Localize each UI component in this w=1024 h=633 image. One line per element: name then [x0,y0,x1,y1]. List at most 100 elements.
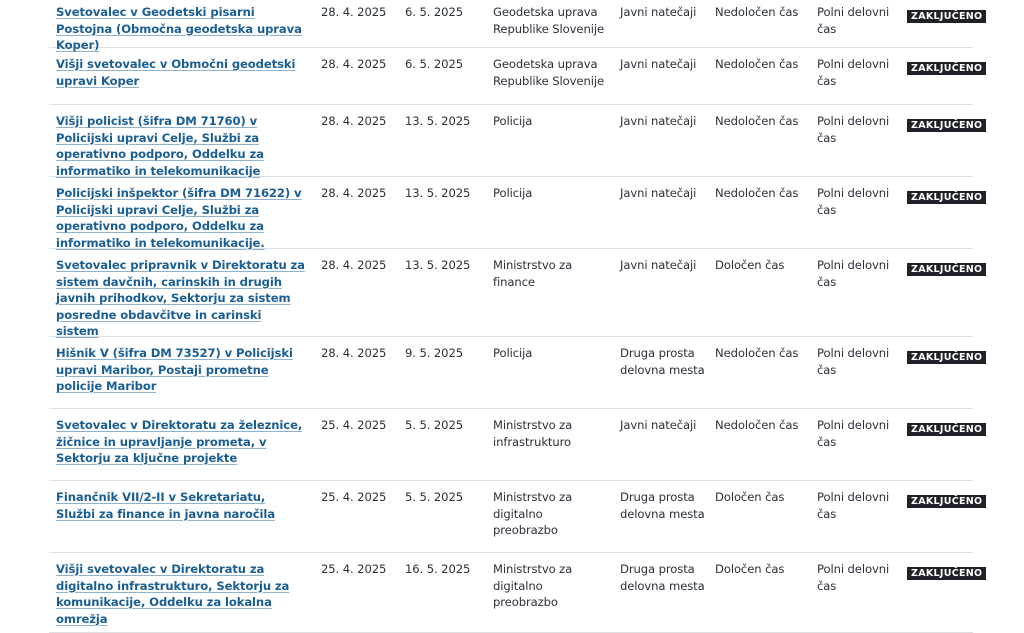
published-date: 25. 4. 2025 [321,490,387,504]
organization-name: Ministrstvo za infrastrukturo [493,418,573,449]
job-title-link-cell: Višji policist (šifra DM 71760) v Polici… [56,113,306,179]
job-listings-table: Svetovalec v Geodetski pisarni Postojna … [49,0,987,633]
status-badge: ZAKLJUČENO [907,423,987,436]
vacancy-type: Javni natečaji [620,57,697,71]
job-title-link[interactable]: Svetovalec v Direktoratu za železnice, ž… [56,418,302,465]
vacancy-type: Javni natečaji [620,418,697,432]
status-cell: ZAKLJUČENO [907,116,987,133]
working-hours: Polni delovni čas [817,186,890,217]
job-title-link-cell: Višji svetovalec v Direktoratu za digita… [56,561,306,627]
employment-duration: Nedoločen čas [715,186,799,200]
table-row: Policijski inšpektor (šifra DM 71622) v … [49,177,987,250]
organization-name: Ministrstvo za digitalno preobrazbo [493,562,573,609]
vacancy-type-cell: Druga prosta delovna mesta [620,489,706,522]
deadline-date: 6. 5. 2025 [405,5,463,19]
working-hours-cell: Polni delovni čas [817,185,897,218]
deadline-date-cell: 5. 5. 2025 [405,489,463,506]
employment-duration-cell: Nedoločen čas [715,345,809,362]
working-hours: Polni delovni čas [817,418,890,449]
status-badge: ZAKLJUČENO [907,567,987,580]
deadline-date: 13. 5. 2025 [405,114,471,128]
organization-name-cell: Ministrstvo za digitalno preobrazbo [493,489,605,539]
deadline-date: 13. 5. 2025 [405,258,471,272]
employment-duration: Nedoločen čas [715,5,799,19]
employment-duration-cell: Določen čas [715,561,809,578]
deadline-date-cell: 5. 5. 2025 [405,417,463,434]
status-badge: ZAKLJUČENO [907,62,987,75]
job-title-link-cell: Finančnik VII/2-II v Sekretariatu, Služb… [56,489,306,522]
deadline-date: 9. 5. 2025 [405,346,463,360]
job-title-link[interactable]: Hišnik V (šifra DM 73527) v Policijski u… [56,346,293,393]
working-hours-cell: Polni delovni čas [817,4,897,37]
deadline-date-cell: 9. 5. 2025 [405,345,463,362]
published-date-cell: 28. 4. 2025 [321,185,386,202]
published-date-cell: 25. 4. 2025 [321,561,386,578]
organization-name: Policija [493,186,533,200]
vacancy-type: Javni natečaji [620,114,697,128]
employment-duration-cell: Nedoločen čas [715,417,809,434]
deadline-date-cell: 13. 5. 2025 [405,257,470,274]
organization-name-cell: Policija [493,113,605,130]
employment-duration: Nedoločen čas [715,57,799,71]
job-title-link[interactable]: Policijski inšpektor (šifra DM 71622) v … [56,186,302,250]
status-badge: ZAKLJUČENO [907,191,987,204]
organization-name: Policija [493,114,533,128]
status-cell: ZAKLJUČENO [907,348,987,365]
table-row: Svetovalec v Geodetski pisarni Postojna … [49,0,987,52]
table-row: Višji svetovalec v Območni geodetski upr… [49,48,987,105]
vacancy-type: Javni natečaji [620,258,697,272]
job-title-link[interactable]: Višji policist (šifra DM 71760) v Polici… [56,114,264,178]
status-cell: ZAKLJUČENO [907,420,987,437]
organization-name-cell: Ministrstvo za finance [493,257,605,290]
status-cell: ZAKLJUČENO [907,188,987,205]
working-hours: Polni delovni čas [817,5,890,36]
published-date: 28. 4. 2025 [321,114,387,128]
working-hours-cell: Polni delovni čas [817,257,897,290]
organization-name: Geodetska uprava Republike Slovenije [493,5,604,36]
job-title-link-cell: Svetovalec v Geodetski pisarni Postojna … [56,4,306,54]
working-hours-cell: Polni delovni čas [817,489,897,522]
job-title-link[interactable]: Višji svetovalec v Direktoratu za digita… [56,562,289,626]
working-hours: Polni delovni čas [817,57,890,88]
organization-name: Ministrstvo za finance [493,258,573,289]
published-date-cell: 28. 4. 2025 [321,257,386,274]
published-date-cell: 25. 4. 2025 [321,489,386,506]
job-title-link[interactable]: Višji svetovalec v Območni geodetski upr… [56,57,295,88]
employment-duration-cell: Nedoločen čas [715,4,809,21]
working-hours-cell: Polni delovni čas [817,56,897,89]
employment-duration-cell: Nedoločen čas [715,113,809,130]
status-badge: ZAKLJUČENO [907,495,987,508]
job-title-link[interactable]: Finančnik VII/2-II v Sekretariatu, Služb… [56,490,275,521]
vacancy-type-cell: Javni natečaji [620,4,706,21]
employment-duration: Nedoločen čas [715,418,799,432]
published-date-cell: 25. 4. 2025 [321,417,386,434]
employment-duration: Določen čas [715,490,785,504]
organization-name-cell: Policija [493,185,605,202]
organization-name-cell: Policija [493,345,605,362]
employment-duration-cell: Nedoločen čas [715,185,809,202]
job-title-link[interactable]: Svetovalec v Geodetski pisarni Postojna … [56,5,302,52]
job-title-link[interactable]: Svetovalec pripravnik v Direktoratu za s… [56,258,305,338]
employment-duration-cell: Določen čas [715,257,809,274]
vacancy-type-cell: Javni natečaji [620,417,706,434]
deadline-date: 13. 5. 2025 [405,186,471,200]
status-cell: ZAKLJUČENO [907,7,987,24]
published-date: 25. 4. 2025 [321,562,387,576]
status-badge: ZAKLJUČENO [907,119,987,132]
deadline-date-cell: 6. 5. 2025 [405,56,463,73]
working-hours-cell: Polni delovni čas [817,113,897,146]
job-title-link-cell: Svetovalec pripravnik v Direktoratu za s… [56,257,306,340]
vacancy-type: Druga prosta delovna mesta [620,346,705,377]
table-row: Svetovalec v Direktoratu za železnice, ž… [49,409,987,481]
status-badge: ZAKLJUČENO [907,263,987,276]
published-date: 25. 4. 2025 [321,418,387,432]
table-row: Finančnik VII/2-II v Sekretariatu, Služb… [49,481,987,553]
table-row: Svetovalec pripravnik v Direktoratu za s… [49,249,987,340]
deadline-date-cell: 13. 5. 2025 [405,185,470,202]
table-row: Višji policist (šifra DM 71760) v Polici… [49,105,987,179]
vacancy-type: Javni natečaji [620,5,697,19]
published-date: 28. 4. 2025 [321,258,387,272]
status-cell: ZAKLJUČENO [907,564,987,581]
vacancy-type: Javni natečaji [620,186,697,200]
published-date: 28. 4. 2025 [321,57,387,71]
